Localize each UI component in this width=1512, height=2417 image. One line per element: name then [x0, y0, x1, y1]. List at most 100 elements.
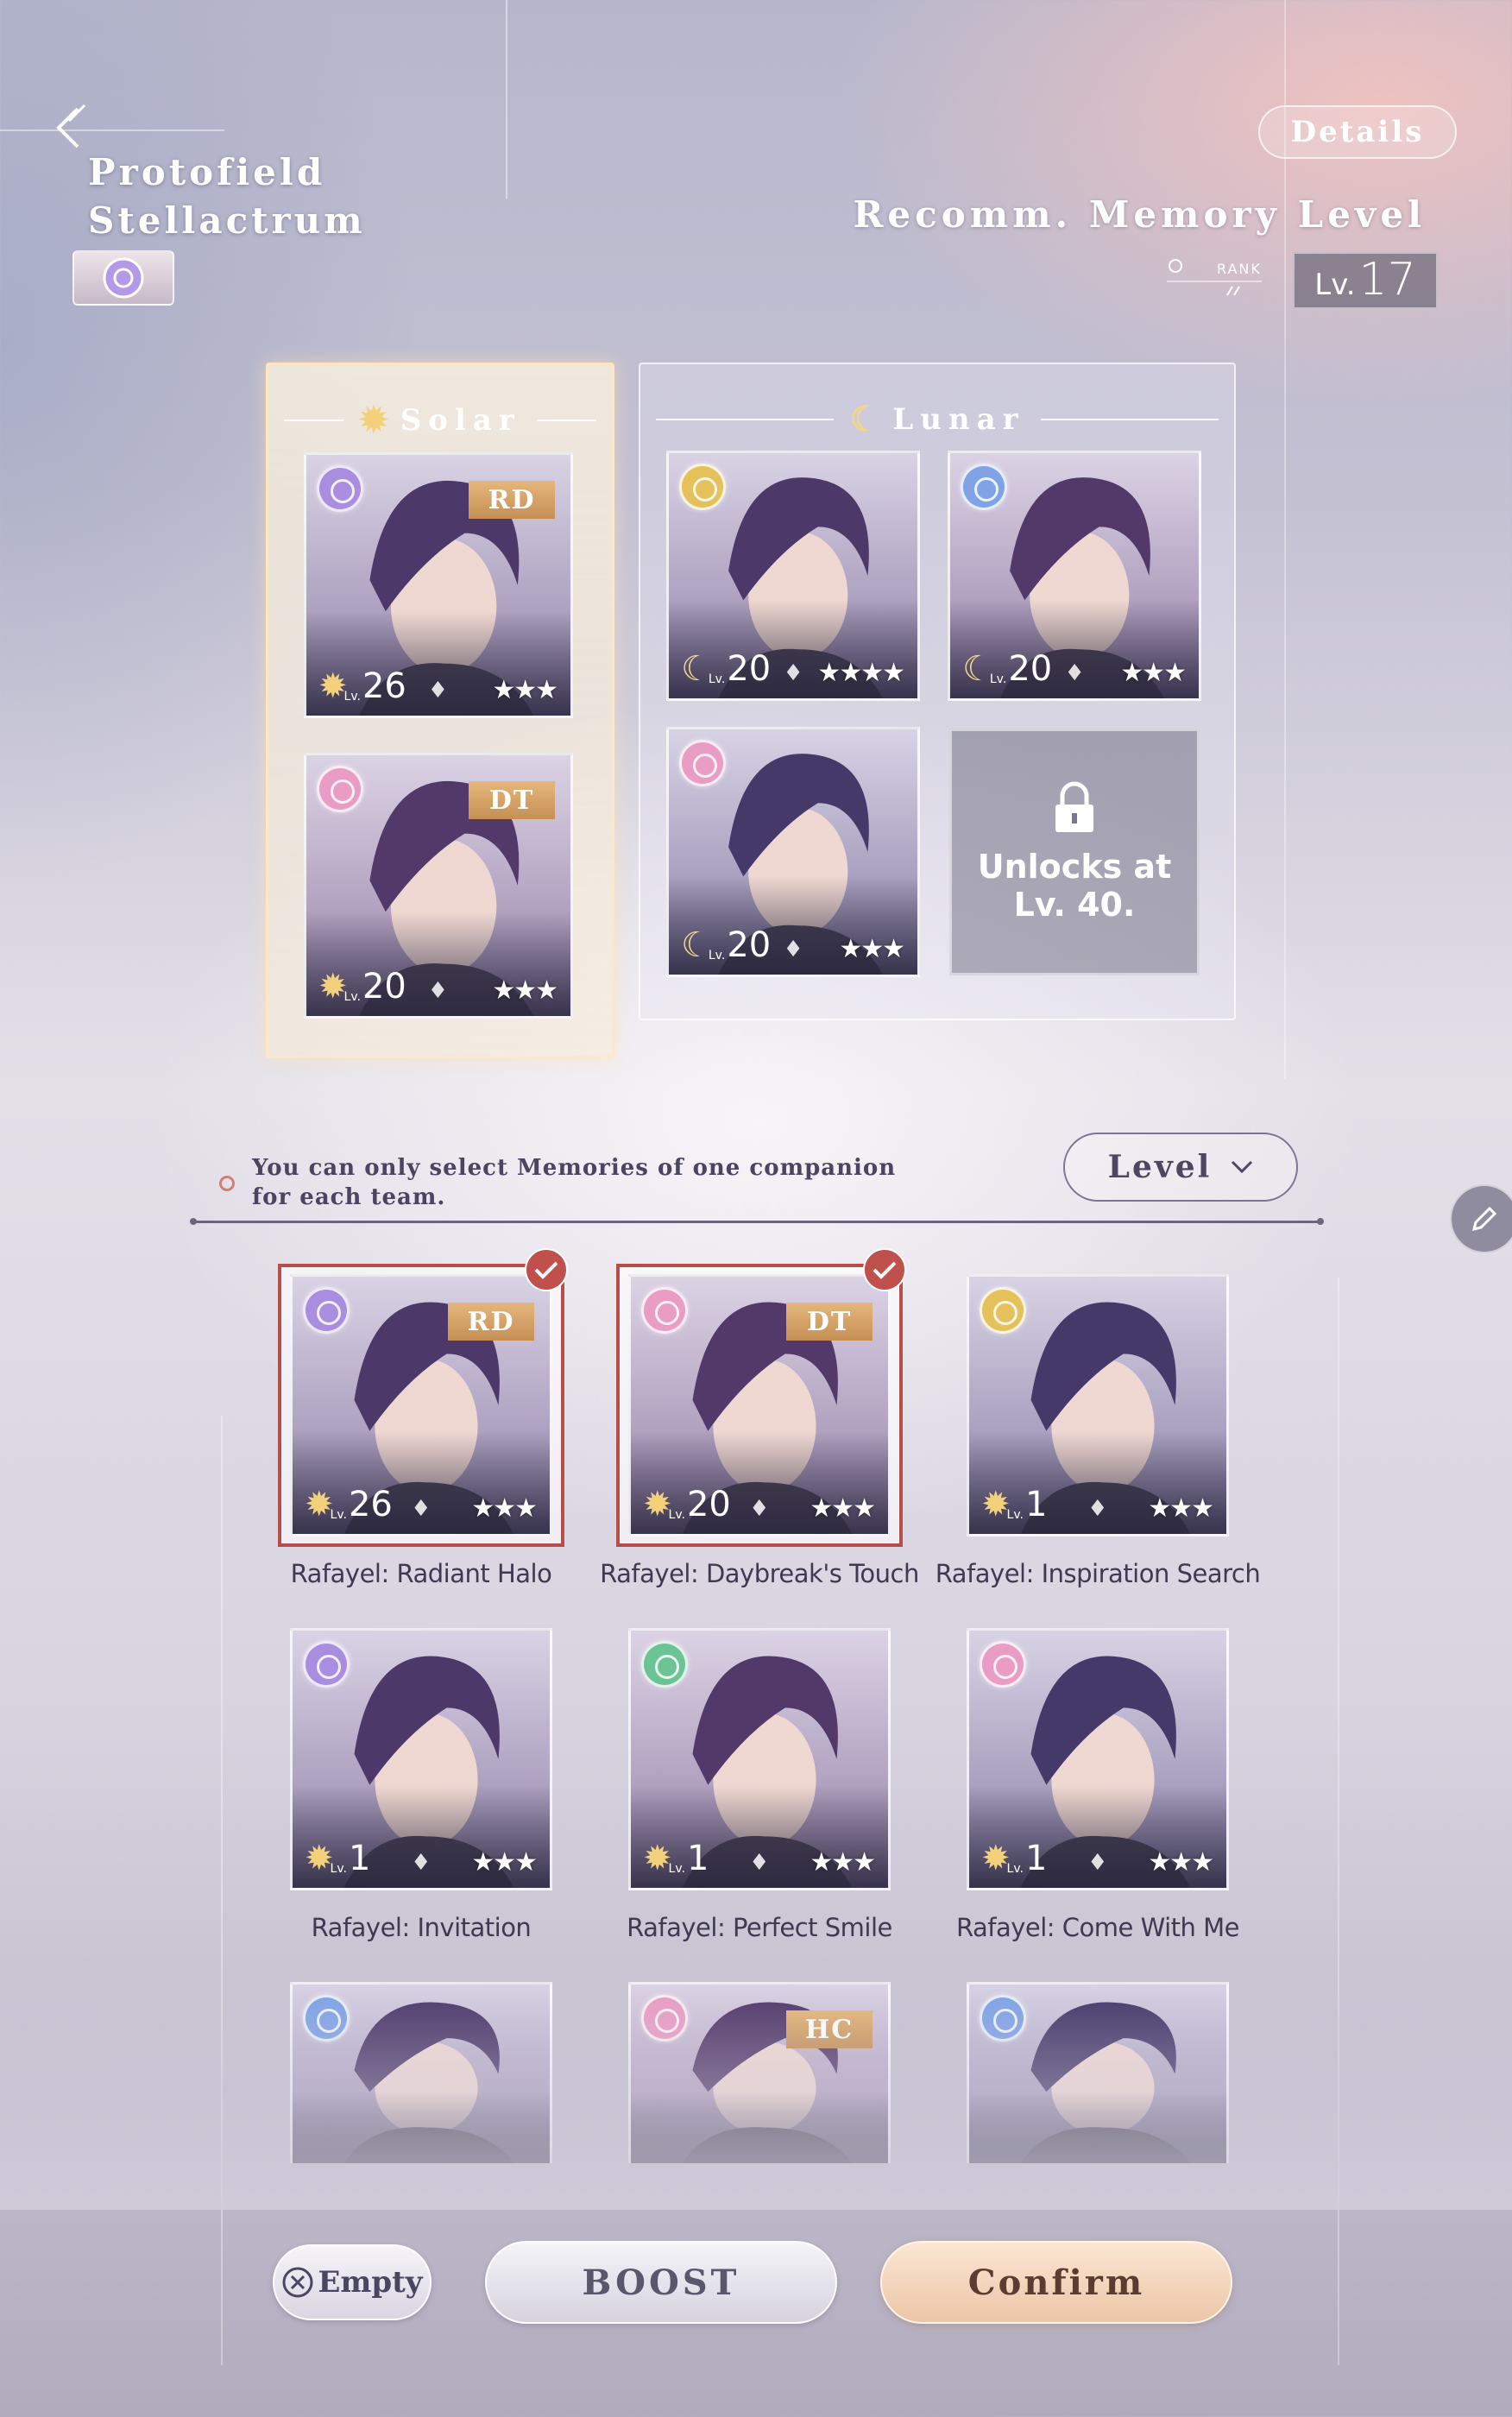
- header-line: [1040, 418, 1219, 420]
- moon-icon: ☾: [681, 649, 712, 689]
- sun-icon: ✹: [318, 666, 348, 706]
- card-level: ☾ Lv. 20: [681, 652, 771, 686]
- divider-dot: [190, 1218, 197, 1225]
- stage-title-line1: Protofield: [88, 151, 326, 193]
- edit-button[interactable]: [1450, 1184, 1512, 1253]
- card-level: ☾ Lv. 20: [681, 928, 771, 962]
- memory-tag: RD: [448, 1303, 534, 1341]
- deco-line: [0, 129, 224, 131]
- card-level: ✹ Lv. 26: [318, 669, 406, 704]
- rarity-stars: ★★★: [492, 675, 558, 705]
- sun-icon: ✹: [305, 1839, 334, 1878]
- memory-name: Rafayel: Radiant Halo: [290, 1559, 552, 1588]
- stage-title: Protofield Stellactrum: [88, 148, 366, 245]
- emblem-icon: ♦: [427, 978, 449, 1004]
- memory-card[interactable]: ✹ Lv. 1 ♦ ★★★: [290, 1628, 552, 1890]
- level-prefix: Lv.: [1314, 268, 1356, 302]
- emblem-icon: ♦: [749, 1850, 770, 1876]
- orb-icon: [103, 257, 144, 299]
- sun-icon: ✹: [643, 1485, 672, 1524]
- lv-label: Lv.: [330, 1862, 347, 1876]
- locked-slot: Unlocks at Lv. 40.: [949, 729, 1200, 975]
- emblem-icon: ♦: [783, 937, 803, 962]
- emblem-icon: ♦: [1064, 660, 1085, 686]
- check-icon: [525, 1248, 568, 1291]
- memory-card[interactable]: RD ✹ Lv. 26 ♦ ★★★: [290, 1274, 552, 1537]
- card-level: ☾ Lv. 20: [962, 652, 1052, 686]
- lunar-slot-card[interactable]: ☾ Lv. 20 ♦ ★★★★: [666, 451, 920, 701]
- boost-button[interactable]: BOOST: [485, 2241, 837, 2324]
- level-number: 1: [1024, 1485, 1048, 1524]
- emblem-icon: ♦: [1087, 1850, 1108, 1876]
- lv-label: Lv.: [708, 672, 726, 686]
- moon-icon: ☾: [962, 649, 993, 689]
- back-arrow-icon[interactable]: [50, 104, 93, 155]
- attribute-gem-icon: [303, 1287, 350, 1334]
- rarity-stars: ★★★: [1120, 658, 1187, 688]
- emblem-icon: ♦: [783, 660, 803, 686]
- card-level: ✹ Lv. 20: [318, 969, 406, 1004]
- lv-label: Lv.: [1006, 1862, 1024, 1876]
- memory-tag: DT: [786, 1303, 873, 1341]
- rank-label: RANK: [1217, 261, 1262, 277]
- level-number: 20: [727, 925, 772, 965]
- lunar-label: Lunar: [892, 401, 1025, 437]
- rarity-stars: ★★★: [1148, 1847, 1214, 1877]
- emblem-icon: ♦: [411, 1850, 432, 1876]
- check-icon: [863, 1248, 906, 1291]
- emblem-icon: ♦: [1087, 1496, 1108, 1522]
- solar-slot-card[interactable]: DT ✹ Lv. 20 ♦ ★★★: [304, 753, 573, 1019]
- lunar-slot-card[interactable]: ☾ Lv. 20 ♦ ★★★: [948, 451, 1201, 701]
- confirm-button[interactable]: Confirm: [880, 2241, 1232, 2324]
- sort-dropdown[interactable]: Level: [1063, 1133, 1298, 1202]
- divider-dot: [1317, 1218, 1324, 1225]
- lv-label: Lv.: [708, 949, 726, 962]
- rarity-stars: ★★★★: [817, 658, 905, 688]
- deco-line: [506, 0, 507, 199]
- lunar-slot-card[interactable]: ☾ Lv. 20 ♦ ★★★: [666, 727, 920, 977]
- memory-name: Rafayel: Daybreak's Touch: [600, 1559, 919, 1588]
- card-level: ✹ Lv. 1: [305, 1841, 370, 1876]
- attribute-gem-icon: [679, 464, 726, 510]
- memory-name: Rafayel: Invitation: [311, 1913, 532, 1942]
- card-level: ✹ Lv. 1: [981, 1841, 1047, 1876]
- level-number: 26: [362, 666, 406, 706]
- attribute-gem-icon: [317, 766, 363, 812]
- card-level: ✹ Lv. 26: [305, 1487, 393, 1522]
- lv-label: Lv.: [343, 690, 361, 704]
- memory-card[interactable]: ✹ Lv. 1 ♦ ★★★: [628, 1628, 891, 1890]
- lunar-header: ☾ Lunar: [640, 399, 1234, 439]
- memory-card[interactable]: ✹ Lv. 1 ♦ ★★★: [967, 1274, 1229, 1537]
- lv-label: Lv.: [989, 672, 1007, 686]
- pencil-icon: [1471, 1206, 1497, 1232]
- emblem-icon: ♦: [411, 1496, 432, 1522]
- lv-label: Lv.: [343, 990, 361, 1004]
- memory-name: Rafayel: Come With Me: [955, 1913, 1240, 1942]
- chevron-down-icon: [1232, 1160, 1253, 1174]
- level-number: 1: [348, 1839, 371, 1878]
- solar-slot-card[interactable]: RD ✹ Lv. 26 ♦ ★★★: [304, 452, 573, 718]
- unlock-requirement: Unlocks at Lv. 40.: [977, 848, 1172, 924]
- moon-icon: ☾: [681, 925, 712, 965]
- level-number: 17: [1358, 254, 1416, 306]
- sun-icon: ✹: [981, 1839, 1011, 1878]
- moon-icon: ☾: [849, 399, 888, 439]
- rarity-stars: ★★★: [839, 934, 905, 964]
- sun-icon: ✹: [359, 400, 395, 440]
- sun-icon: ✹: [305, 1485, 334, 1524]
- level-number: 20: [686, 1485, 731, 1524]
- lv-label: Lv.: [330, 1508, 347, 1522]
- empty-label: Empty: [318, 2265, 423, 2300]
- solar-label: Solar: [400, 402, 521, 438]
- bottom-fade: [0, 1985, 1512, 2210]
- empty-button[interactable]: Empty: [273, 2244, 432, 2320]
- clear-icon: [282, 2267, 313, 2298]
- lv-label: Lv.: [668, 1508, 685, 1522]
- sort-label: Level: [1107, 1149, 1213, 1185]
- details-button[interactable]: Details: [1258, 105, 1457, 159]
- memory-card[interactable]: ✹ Lv. 1 ♦ ★★★: [967, 1628, 1229, 1890]
- stage-title-line2: Stellactrum: [88, 199, 366, 242]
- memory-card[interactable]: DT ✹ Lv. 20 ♦ ★★★: [628, 1274, 891, 1537]
- rarity-stars: ★★★: [810, 1847, 876, 1877]
- attribute-gem-icon: [317, 465, 363, 512]
